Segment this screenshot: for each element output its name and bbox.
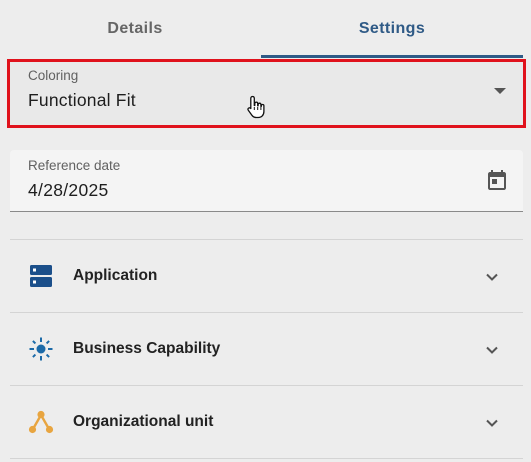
tab-settings[interactable]: Settings	[261, 0, 523, 58]
tab-details[interactable]: Details	[10, 0, 260, 58]
organizational-unit-icon	[28, 410, 54, 434]
chevron-down-icon[interactable]	[483, 341, 501, 359]
tab-bar: Details Settings	[0, 0, 531, 58]
accordion-label: Application	[73, 267, 158, 284]
application-server-icon	[30, 265, 52, 287]
accordion-label: Organizational unit	[73, 413, 214, 430]
reference-date-field: Reference date	[10, 150, 523, 212]
active-tab-indicator	[261, 55, 523, 58]
accordion-item-organizational-unit[interactable]: Organizational unit	[10, 385, 523, 459]
hand-cursor-icon	[247, 95, 265, 119]
accordion-label: Business Capability	[73, 340, 221, 357]
business-capability-icon	[29, 337, 53, 361]
accordion-item-application[interactable]: Application	[10, 239, 523, 312]
reference-date-label: Reference date	[28, 158, 121, 173]
chevron-down-icon[interactable]	[483, 414, 501, 432]
accordion-item-business-capability[interactable]: Business Capability	[10, 312, 523, 385]
calendar-icon[interactable]	[485, 168, 509, 192]
highlight-box	[7, 59, 526, 128]
fact-sheet-type-list: Application Business Capability Organiza…	[10, 239, 523, 459]
chevron-down-icon[interactable]	[483, 268, 501, 286]
reference-date-input[interactable]	[28, 178, 428, 202]
